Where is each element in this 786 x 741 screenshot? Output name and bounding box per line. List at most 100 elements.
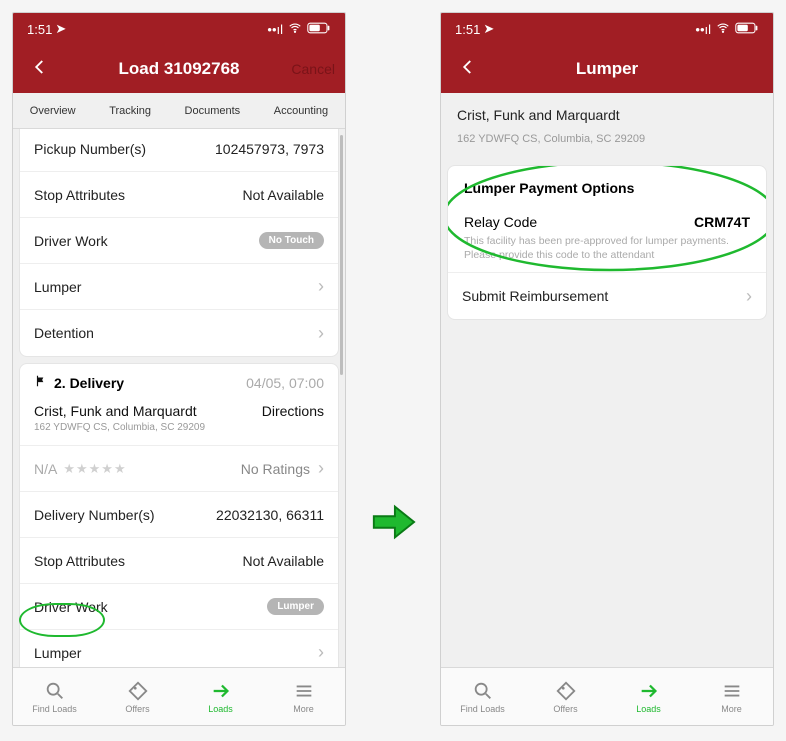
stop1-driverwork-row: Driver Work No Touch <box>20 218 338 264</box>
nav-bar: Load 31092768 Cancel <box>13 45 345 93</box>
delivery-label: Delivery Number(s) <box>34 507 155 523</box>
stop2-attr-value: Not Available <box>243 553 324 569</box>
chevron-right-icon: › <box>318 458 324 479</box>
flag-icon <box>34 374 48 391</box>
stop2-lumper-row[interactable]: Lumper › <box>20 630 338 667</box>
no-touch-badge: No Touch <box>259 232 324 249</box>
stop1-detention-label: Detention <box>34 325 94 341</box>
tab-documents[interactable]: Documents <box>179 101 247 121</box>
pickup-value: 102457973, 7973 <box>215 141 324 157</box>
tag-icon <box>555 680 577 702</box>
lumper-badge: Lumper <box>267 598 324 615</box>
status-bar: 1:51 ➤ ••ıl <box>441 13 773 45</box>
arrow-icon <box>210 680 232 702</box>
bottom-tab-bar: Find Loads Offers Loads More <box>13 667 345 725</box>
lumper-header: Crist, Funk and Marquardt 162 YDWFQ CS, … <box>441 93 773 149</box>
tab-tracking[interactable]: Tracking <box>103 101 157 121</box>
stop1-attributes-row: Stop Attributes Not Available <box>20 172 338 218</box>
submit-label: Submit Reimbursement <box>462 288 608 304</box>
tab-more-label: More <box>293 704 314 714</box>
star-icons: ★★★★★ <box>63 461 126 477</box>
rating-na: N/A <box>34 461 57 477</box>
delivery-value: 22032130, 66311 <box>216 507 324 523</box>
nav-bar: Lumper <box>441 45 773 93</box>
no-ratings-text: No Ratings <box>241 461 310 477</box>
stop2-rating-row[interactable]: N/A ★★★★★ No Ratings › <box>20 446 338 492</box>
clock-text: 1:51 <box>27 22 52 37</box>
tab-offers[interactable]: Offers <box>524 668 607 725</box>
tab-loads[interactable]: Loads <box>179 668 262 725</box>
relay-label: Relay Code <box>464 214 537 230</box>
stop2-header: 2. Delivery 04/05, 07:00 <box>20 364 338 397</box>
bottom-tab-bar: Find Loads Offers Loads More <box>441 667 773 725</box>
relay-hint: This facility has been pre-approved for … <box>464 234 750 262</box>
stop1-detention-row[interactable]: Detention › <box>20 310 338 356</box>
location-icon: ➤ <box>55 21 66 37</box>
scrollbar[interactable] <box>340 135 343 375</box>
lumper-business: Crist, Funk and Marquardt <box>457 107 757 123</box>
relay-code-row[interactable]: Relay Code CRM74T This facility has been… <box>448 204 766 273</box>
battery-icon <box>307 22 331 37</box>
battery-icon <box>735 22 759 37</box>
tab-offers-label: Offers <box>553 704 577 714</box>
delivery-numbers-row: Delivery Number(s) 22032130, 66311 <box>20 492 338 538</box>
back-button[interactable] <box>451 52 485 86</box>
tab-offers[interactable]: Offers <box>96 668 179 725</box>
chevron-right-icon: › <box>318 642 324 663</box>
tab-loads-label: Loads <box>636 704 661 714</box>
stop1-lumper-row[interactable]: Lumper › <box>20 264 338 310</box>
wifi-icon <box>716 21 730 38</box>
options-title: Lumper Payment Options <box>448 166 766 204</box>
stop2-card: 2. Delivery 04/05, 07:00 Crist, Funk and… <box>19 363 339 667</box>
pickup-label: Pickup Number(s) <box>34 141 146 157</box>
stop2-heading: 2. Delivery <box>54 375 124 391</box>
stop2-attr-label: Stop Attributes <box>34 553 125 569</box>
phone-right: 1:51 ➤ ••ıl Lumper Crist, Funk and Marqu… <box>440 12 774 726</box>
tab-find-label: Find Loads <box>32 704 77 714</box>
stop2-attributes-row: Stop Attributes Not Available <box>20 538 338 584</box>
chevron-right-icon: › <box>318 323 324 344</box>
tab-overview[interactable]: Overview <box>24 101 82 121</box>
menu-icon <box>721 680 743 702</box>
status-bar: 1:51 ➤ ••ıl <box>13 13 345 45</box>
payment-options-card: Lumper Payment Options Relay Code CRM74T… <box>447 165 767 320</box>
directions-button[interactable]: Directions <box>262 403 324 433</box>
lumper-address: 162 YDWFQ CS, Columbia, SC 29209 <box>457 133 757 145</box>
tab-loads[interactable]: Loads <box>607 668 690 725</box>
relay-code-value: CRM74T <box>694 214 750 230</box>
tab-find-loads[interactable]: Find Loads <box>13 668 96 725</box>
search-icon <box>472 680 494 702</box>
menu-icon <box>293 680 315 702</box>
back-button[interactable] <box>23 52 57 86</box>
page-title: Lumper <box>441 59 773 79</box>
content-scroll[interactable]: Pickup Number(s) 102457973, 7973 Stop At… <box>13 129 345 667</box>
stop2-datetime: 04/05, 07:00 <box>246 375 324 391</box>
flow-arrow-icon <box>370 499 416 550</box>
tab-more-label: More <box>721 704 742 714</box>
stop1-lumper-label: Lumper <box>34 279 81 295</box>
stop1-driver-label: Driver Work <box>34 233 108 249</box>
tab-more[interactable]: More <box>690 668 773 725</box>
stop1-attr-label: Stop Attributes <box>34 187 125 203</box>
arrow-icon <box>638 680 660 702</box>
tab-find-loads[interactable]: Find Loads <box>441 668 524 725</box>
stop1-card: Pickup Number(s) 102457973, 7973 Stop At… <box>19 129 339 357</box>
signal-icon: ••ıl <box>267 22 283 37</box>
location-icon: ➤ <box>483 21 494 37</box>
tag-icon <box>127 680 149 702</box>
chevron-right-icon: › <box>746 286 752 307</box>
stop2-address: 162 YDWFQ CS, Columbia, SC 29209 <box>34 422 205 433</box>
tab-accounting[interactable]: Accounting <box>268 101 334 121</box>
tab-loads-label: Loads <box>208 704 233 714</box>
search-icon <box>44 680 66 702</box>
phone-left: 1:51 ➤ ••ıl Load 31092768 Cancel Overvie… <box>12 12 346 726</box>
stop1-attr-value: Not Available <box>243 187 324 203</box>
pickup-numbers-row: Pickup Number(s) 102457973, 7973 <box>20 129 338 172</box>
signal-icon: ••ıl <box>695 22 711 37</box>
submit-reimbursement-row[interactable]: Submit Reimbursement › <box>448 273 766 319</box>
tab-more[interactable]: More <box>262 668 345 725</box>
wifi-icon <box>288 21 302 38</box>
stop2-driverwork-row: Driver Work Lumper <box>20 584 338 630</box>
cancel-button[interactable]: Cancel <box>291 61 335 77</box>
stop2-business: Crist, Funk and Marquardt <box>34 403 205 419</box>
